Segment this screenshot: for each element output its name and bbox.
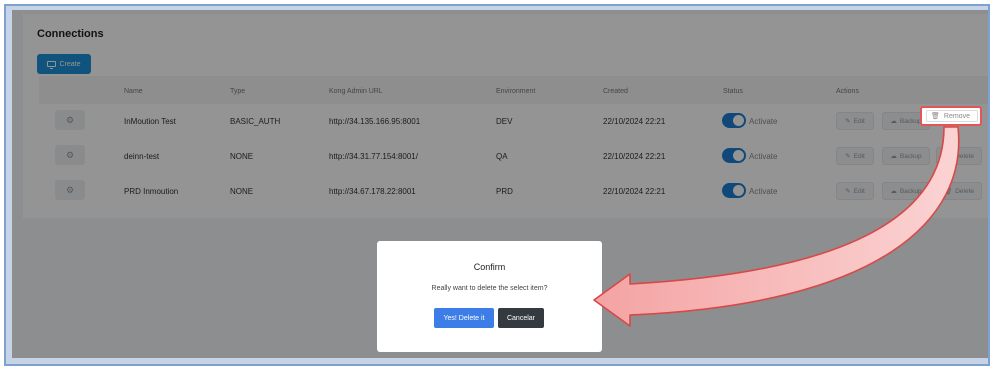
arrow-shape [593,126,960,327]
annotation-arrow [593,126,960,327]
